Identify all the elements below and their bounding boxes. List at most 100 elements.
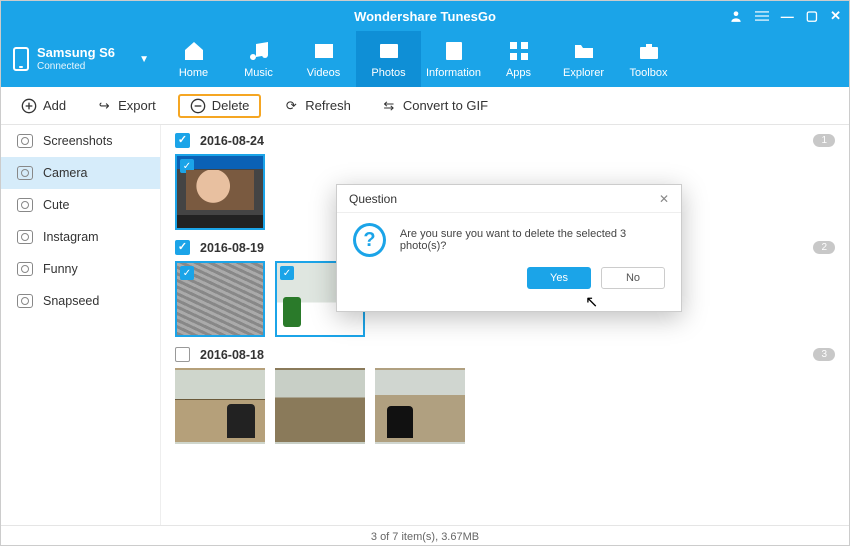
dialog-header: Question ✕ [337,185,681,213]
refresh-label: Refresh [305,98,351,113]
delete-label: Delete [212,98,250,113]
sidebar-item-label: Snapseed [43,294,99,308]
device-selector[interactable]: Samsung S6 Connected ▼ [1,31,161,87]
sidebar-item-cute[interactable]: Cute [1,189,160,221]
group-date: 2016-08-24 [200,134,264,148]
export-icon: ↪ [96,98,112,114]
sidebar-item-camera[interactable]: Camera [1,157,160,189]
minus-icon [190,98,206,114]
device-name: Samsung S6 [37,46,115,60]
group-checkbox[interactable] [175,133,190,148]
user-icon[interactable] [729,9,743,23]
group-checkbox[interactable] [175,240,190,255]
no-button[interactable]: No [601,267,665,289]
group-header: 2016-08-24 1 [175,133,835,148]
sidebar: Screenshots Camera Cute Instagram Funny Snaps… [1,125,161,525]
photo-group: 2016-08-18 3 [175,347,835,444]
photo-thumbnail[interactable] [175,261,265,337]
information-icon [442,39,466,63]
group-count: 3 [813,348,835,361]
sidebar-item-label: Instagram [43,230,99,244]
titlebar: Wondershare TunesGo — ▢ ✕ [1,1,849,31]
convert-gif-button[interactable]: ⇆ Convert to GIF [373,94,496,118]
sidebar-item-label: Screenshots [43,134,112,148]
toolbar: Add ↪ Export Delete ⟳ Refresh ⇆ Convert … [1,87,849,125]
album-icon [17,198,33,212]
photo-thumbnail[interactable] [275,368,365,444]
group-header: 2016-08-18 3 [175,347,835,362]
photos-icon [377,39,401,63]
sidebar-item-screenshots[interactable]: Screenshots [1,125,160,157]
question-icon: ? [353,223,386,257]
main-nav: Home Music Videos Photos Information Apps Expl… [161,31,681,87]
sidebar-item-funny[interactable]: Funny [1,253,160,285]
device-status: Connected [37,61,115,72]
add-label: Add [43,98,66,113]
dialog-close-icon[interactable]: ✕ [659,192,669,206]
refresh-icon: ⟳ [283,98,299,114]
close-button[interactable]: ✕ [830,8,841,24]
nav-home[interactable]: Home [161,31,226,87]
dialog-title: Question [349,192,397,206]
sidebar-item-label: Camera [43,166,87,180]
album-icon [17,230,33,244]
album-icon [17,294,33,308]
thumbnail-row [175,368,835,444]
nav-explorer[interactable]: Explorer [551,31,616,87]
phone-icon [13,47,29,71]
statusbar: 3 of 7 item(s), 3.67MB [1,525,849,547]
explorer-icon [572,39,596,63]
nav-label: Home [179,67,208,79]
nav-photos[interactable]: Photos [356,31,421,87]
toolbox-icon [637,39,661,63]
header: Samsung S6 Connected ▼ Home Music Videos Ph… [1,31,849,87]
nav-label: Apps [506,67,531,79]
nav-music[interactable]: Music [226,31,291,87]
nav-toolbox[interactable]: Toolbox [616,31,681,87]
nav-videos[interactable]: Videos [291,31,356,87]
music-icon [247,39,271,63]
nav-label: Toolbox [630,67,668,79]
nav-label: Explorer [563,67,604,79]
sidebar-item-label: Funny [43,262,78,276]
add-button[interactable]: Add [13,94,74,118]
convert-icon: ⇆ [381,98,397,114]
dialog-message: Are you sure you want to delete the sele… [400,228,665,252]
home-icon [182,39,206,63]
sidebar-item-snapseed[interactable]: Snapseed [1,285,160,317]
apps-icon [507,39,531,63]
photo-thumbnail[interactable] [375,368,465,444]
export-label: Export [118,98,156,113]
photo-thumbnail[interactable] [175,368,265,444]
selected-check-icon [180,266,194,280]
yes-button[interactable]: Yes [527,267,591,289]
minimize-button[interactable]: — [781,9,794,24]
group-count: 2 [813,241,835,254]
group-count: 1 [813,134,835,147]
delete-button[interactable]: Delete [178,94,262,118]
chevron-down-icon: ▼ [139,54,149,65]
group-date: 2016-08-19 [200,241,264,255]
plus-icon [21,98,37,114]
album-icon [17,134,33,148]
selected-check-icon [280,266,294,280]
nav-label: Information [426,67,481,79]
nav-label: Videos [307,67,340,79]
confirm-dialog: Question ✕ ? Are you sure you want to de… [336,184,682,312]
sidebar-item-instagram[interactable]: Instagram [1,221,160,253]
export-button[interactable]: ↪ Export [88,94,164,118]
group-date: 2016-08-18 [200,348,264,362]
nav-information[interactable]: Information [421,31,486,87]
window-controls: — ▢ ✕ [729,1,841,31]
videos-icon [312,39,336,63]
app-title: Wondershare TunesGo [354,9,496,24]
group-checkbox[interactable] [175,347,190,362]
nav-label: Photos [371,67,405,79]
photo-thumbnail[interactable] [175,154,265,230]
maximize-button[interactable]: ▢ [806,8,818,24]
refresh-button[interactable]: ⟳ Refresh [275,94,359,118]
album-icon [17,166,33,180]
nav-apps[interactable]: Apps [486,31,551,87]
menu-icon[interactable] [755,9,769,23]
convert-label: Convert to GIF [403,98,488,113]
